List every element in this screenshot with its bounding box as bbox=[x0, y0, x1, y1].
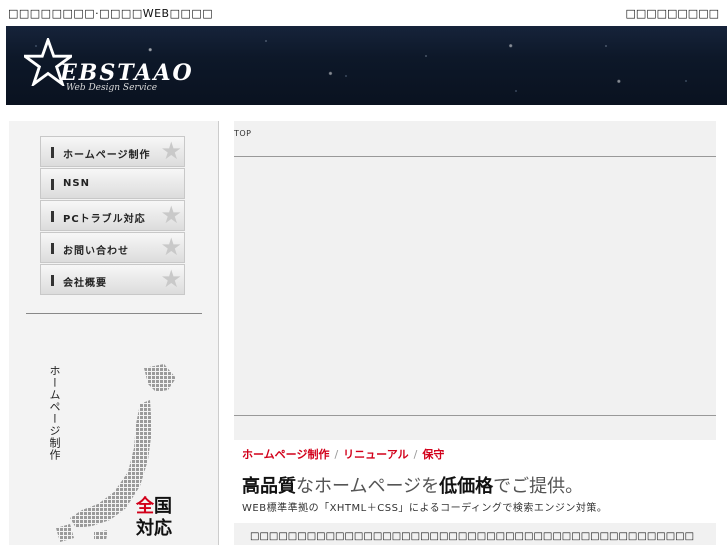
intro-text: □□□□□□□□□□□□□□□□□□□□□□□□□□□□□□□□□□□□□□□□… bbox=[250, 531, 695, 542]
promo-banner[interactable]: ホームページ制作 / リニューアル / 保守 高品質なホームページを低価格でご提供。 W… bbox=[234, 440, 716, 523]
headline-text-end: でご提供。 bbox=[493, 476, 584, 497]
nationwide-line2: 対応 bbox=[136, 518, 172, 539]
service-tags: ホームページ制作 / リニューアル / 保守 bbox=[242, 446, 444, 462]
tag-renewal[interactable]: リニューアル bbox=[343, 448, 408, 461]
tag-separator: / bbox=[334, 448, 339, 461]
menu-item-label: お問い合わせ bbox=[63, 246, 129, 257]
site-tagline: □□□□□□□□·□□□□WEB□□□□ bbox=[8, 7, 214, 20]
menu-bullet-icon bbox=[51, 275, 54, 286]
menu-item-pc-trouble[interactable]: PCトラブル対応 ★ bbox=[40, 200, 185, 231]
tag-homepage[interactable]: ホームページ制作 bbox=[242, 448, 329, 461]
promo-description: WEB標準準拠の「XHTML＋CSS」によるコーディングで検索エンジン対策。 bbox=[242, 503, 608, 514]
breadcrumb[interactable]: TOP bbox=[234, 129, 252, 138]
star-decoration-icon: ★ bbox=[160, 137, 182, 165]
nationwide-badge: 全国 対応 bbox=[136, 496, 172, 540]
nationwide-red-char: 全 bbox=[136, 496, 154, 517]
logo-subtitle: Web Design Service bbox=[66, 83, 158, 93]
headline-text: なホームページを bbox=[296, 476, 440, 497]
menu-item-label: 会社概要 bbox=[63, 278, 107, 289]
menu-bullet-icon bbox=[51, 211, 54, 222]
headline-quality: 高品質 bbox=[242, 476, 296, 497]
star-decoration-icon: ★ bbox=[160, 233, 182, 261]
tag-maintenance[interactable]: 保守 bbox=[422, 448, 444, 461]
star-decoration-icon: ★ bbox=[160, 265, 182, 293]
menu-bullet-icon bbox=[51, 179, 54, 190]
menu-item-label: PCトラブル対応 bbox=[63, 214, 146, 225]
menu-item-nsn[interactable]: NSN bbox=[40, 168, 185, 199]
promo-headline: 高品質なホームページを低価格でご提供。 bbox=[242, 472, 583, 498]
menu-item-label: NSN bbox=[63, 178, 90, 189]
menu-item-homepage[interactable]: ホームページ制作 ★ bbox=[40, 136, 185, 167]
divider-bottom bbox=[234, 415, 716, 416]
menu-item-contact[interactable]: お問い合わせ ★ bbox=[40, 232, 185, 263]
vertical-caption: ホームページ制作 bbox=[48, 365, 61, 461]
menu-bullet-icon bbox=[51, 147, 54, 158]
headline-price: 低価格 bbox=[439, 476, 494, 497]
top-right-link[interactable]: □□□□□□□□□ bbox=[625, 7, 719, 20]
menu-item-company[interactable]: 会社概要 ★ bbox=[40, 264, 185, 295]
star-decoration-icon: ★ bbox=[160, 201, 182, 229]
sidebar-menu: ホームページ制作 ★ NSN PCトラブル対応 ★ お問い合わせ ★ 会社概要 … bbox=[40, 136, 185, 296]
top-bar: □□□□□□□□·□□□□WEB□□□□ □□□□□□□□□ bbox=[0, 0, 727, 26]
tag-separator: / bbox=[413, 448, 418, 461]
nationwide-char: 国 bbox=[154, 496, 172, 517]
menu-bullet-icon bbox=[51, 243, 54, 254]
header-banner: EBSTAAO Web Design Service bbox=[6, 26, 727, 105]
menu-item-label: ホームページ制作 bbox=[63, 150, 151, 161]
divider-top bbox=[234, 156, 716, 157]
sidebar-divider bbox=[26, 313, 202, 314]
